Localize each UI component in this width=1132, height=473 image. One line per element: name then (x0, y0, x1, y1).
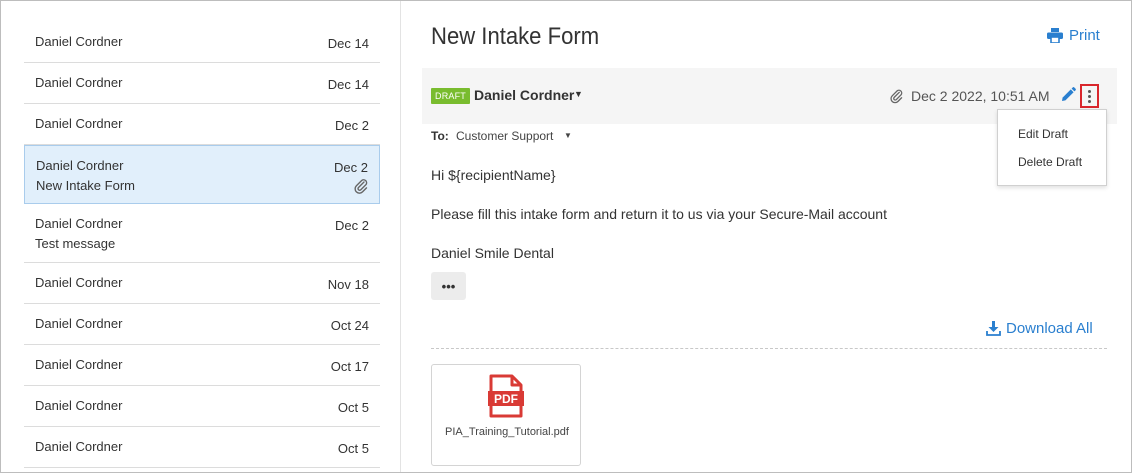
message-list-item[interactable]: Daniel Cordner Dec 2 Test message (24, 204, 380, 263)
download-icon (986, 321, 1001, 336)
message-list: Daniel Cordner Dec 14 Daniel Cordner Dec 14… (1, 1, 401, 472)
to-label: To: (431, 129, 449, 143)
message-date: Oct 17 (330, 359, 369, 374)
message-list-item[interactable]: Daniel Cordner Dec 2 (24, 104, 380, 145)
message-date: Dec 2 2022, 10:51 AM (911, 88, 1050, 104)
message-sender: Daniel Cordner (35, 34, 123, 49)
draft-badge: DRAFT (431, 88, 470, 104)
message-sender: Daniel Cordner (36, 158, 124, 173)
paperclip-icon (354, 179, 368, 194)
message-subject: New Intake Form (36, 178, 135, 193)
more-options-button[interactable] (1080, 84, 1099, 108)
body-paragraph: Please fill this intake form and return … (431, 206, 887, 222)
message-date: Nov 18 (327, 277, 369, 292)
caret-down-icon[interactable]: ▼ (564, 131, 572, 140)
message-list-item[interactable]: Daniel Cordner Dec 14 (24, 63, 380, 104)
draft-options-menu: Edit Draft Delete Draft (997, 109, 1107, 186)
message-date: Dec 2 (335, 218, 369, 233)
message-sender: Daniel Cordner (35, 116, 123, 131)
message-list-item[interactable]: Daniel Cordner Dec 14 (24, 22, 380, 63)
download-all-button[interactable]: Download All (986, 320, 1093, 337)
message-date: Oct 24 (330, 318, 369, 333)
attachment-filename: PIA_Training_Tutorial.pdf (445, 426, 569, 438)
attachment-card[interactable]: PDF PIA_Training_Tutorial.pdf (431, 364, 581, 466)
message-list-item[interactable]: Daniel Cordner Oct 5 (24, 386, 380, 427)
message-title: New Intake Form (431, 23, 600, 50)
pdf-file-icon: PDF (488, 374, 524, 418)
download-all-label: Download All (1006, 320, 1093, 337)
attachments-divider (431, 348, 1107, 349)
printer-icon (1047, 28, 1063, 43)
message-list-item[interactable]: Daniel Cordner Dec 2 New Intake Form (24, 145, 380, 204)
pdf-icon-label: PDF (494, 392, 518, 406)
delete-draft-menu-item[interactable]: Delete Draft (1018, 155, 1082, 169)
recipient-name[interactable]: Customer Support (456, 129, 553, 143)
message-list-item[interactable]: Daniel Cordner Oct 17 (24, 345, 380, 386)
message-date: Dec 14 (327, 77, 369, 92)
message-sender: Daniel Cordner (35, 357, 123, 372)
message-subject: Test message (35, 236, 116, 251)
message-sender: Daniel Cordner (35, 216, 123, 231)
pencil-icon[interactable] (1059, 86, 1077, 104)
vertical-ellipsis-icon (1088, 89, 1091, 93)
message-sender: Daniel Cordner (35, 398, 123, 413)
print-label: Print (1069, 27, 1100, 44)
show-trimmed-content-button[interactable]: ••• (431, 272, 466, 300)
message-date: Dec 2 (334, 160, 368, 175)
message-sender: Daniel Cordner (35, 439, 123, 454)
body-greeting: Hi ${recipientName} (431, 167, 556, 183)
message-list-item[interactable]: Daniel Cordner Oct 24 (24, 304, 380, 345)
message-list-item[interactable]: Daniel Cordner Oct 5 (24, 427, 380, 468)
message-date: Oct 5 (337, 400, 369, 415)
message-sender: Daniel Cordner (35, 75, 123, 90)
caret-down-icon[interactable]: ▼ (574, 89, 583, 99)
message-list-item[interactable]: Daniel Cordner Nov 18 (24, 263, 380, 304)
edit-draft-menu-item[interactable]: Edit Draft (1018, 127, 1068, 141)
app-window: Daniel Cordner Dec 14 Daniel Cordner Dec 14… (0, 0, 1132, 473)
print-button[interactable]: Print (1047, 27, 1100, 44)
body-signature: Daniel Smile Dental (431, 245, 554, 261)
message-date: Dec 2 (335, 118, 369, 133)
message-sender: Daniel Cordner (35, 316, 123, 331)
paperclip-icon (890, 89, 903, 104)
sender-name[interactable]: Daniel Cordner (474, 87, 574, 103)
message-date: Dec 14 (327, 36, 369, 51)
message-sender: Daniel Cordner (35, 275, 123, 290)
message-date: Oct 5 (337, 441, 369, 456)
